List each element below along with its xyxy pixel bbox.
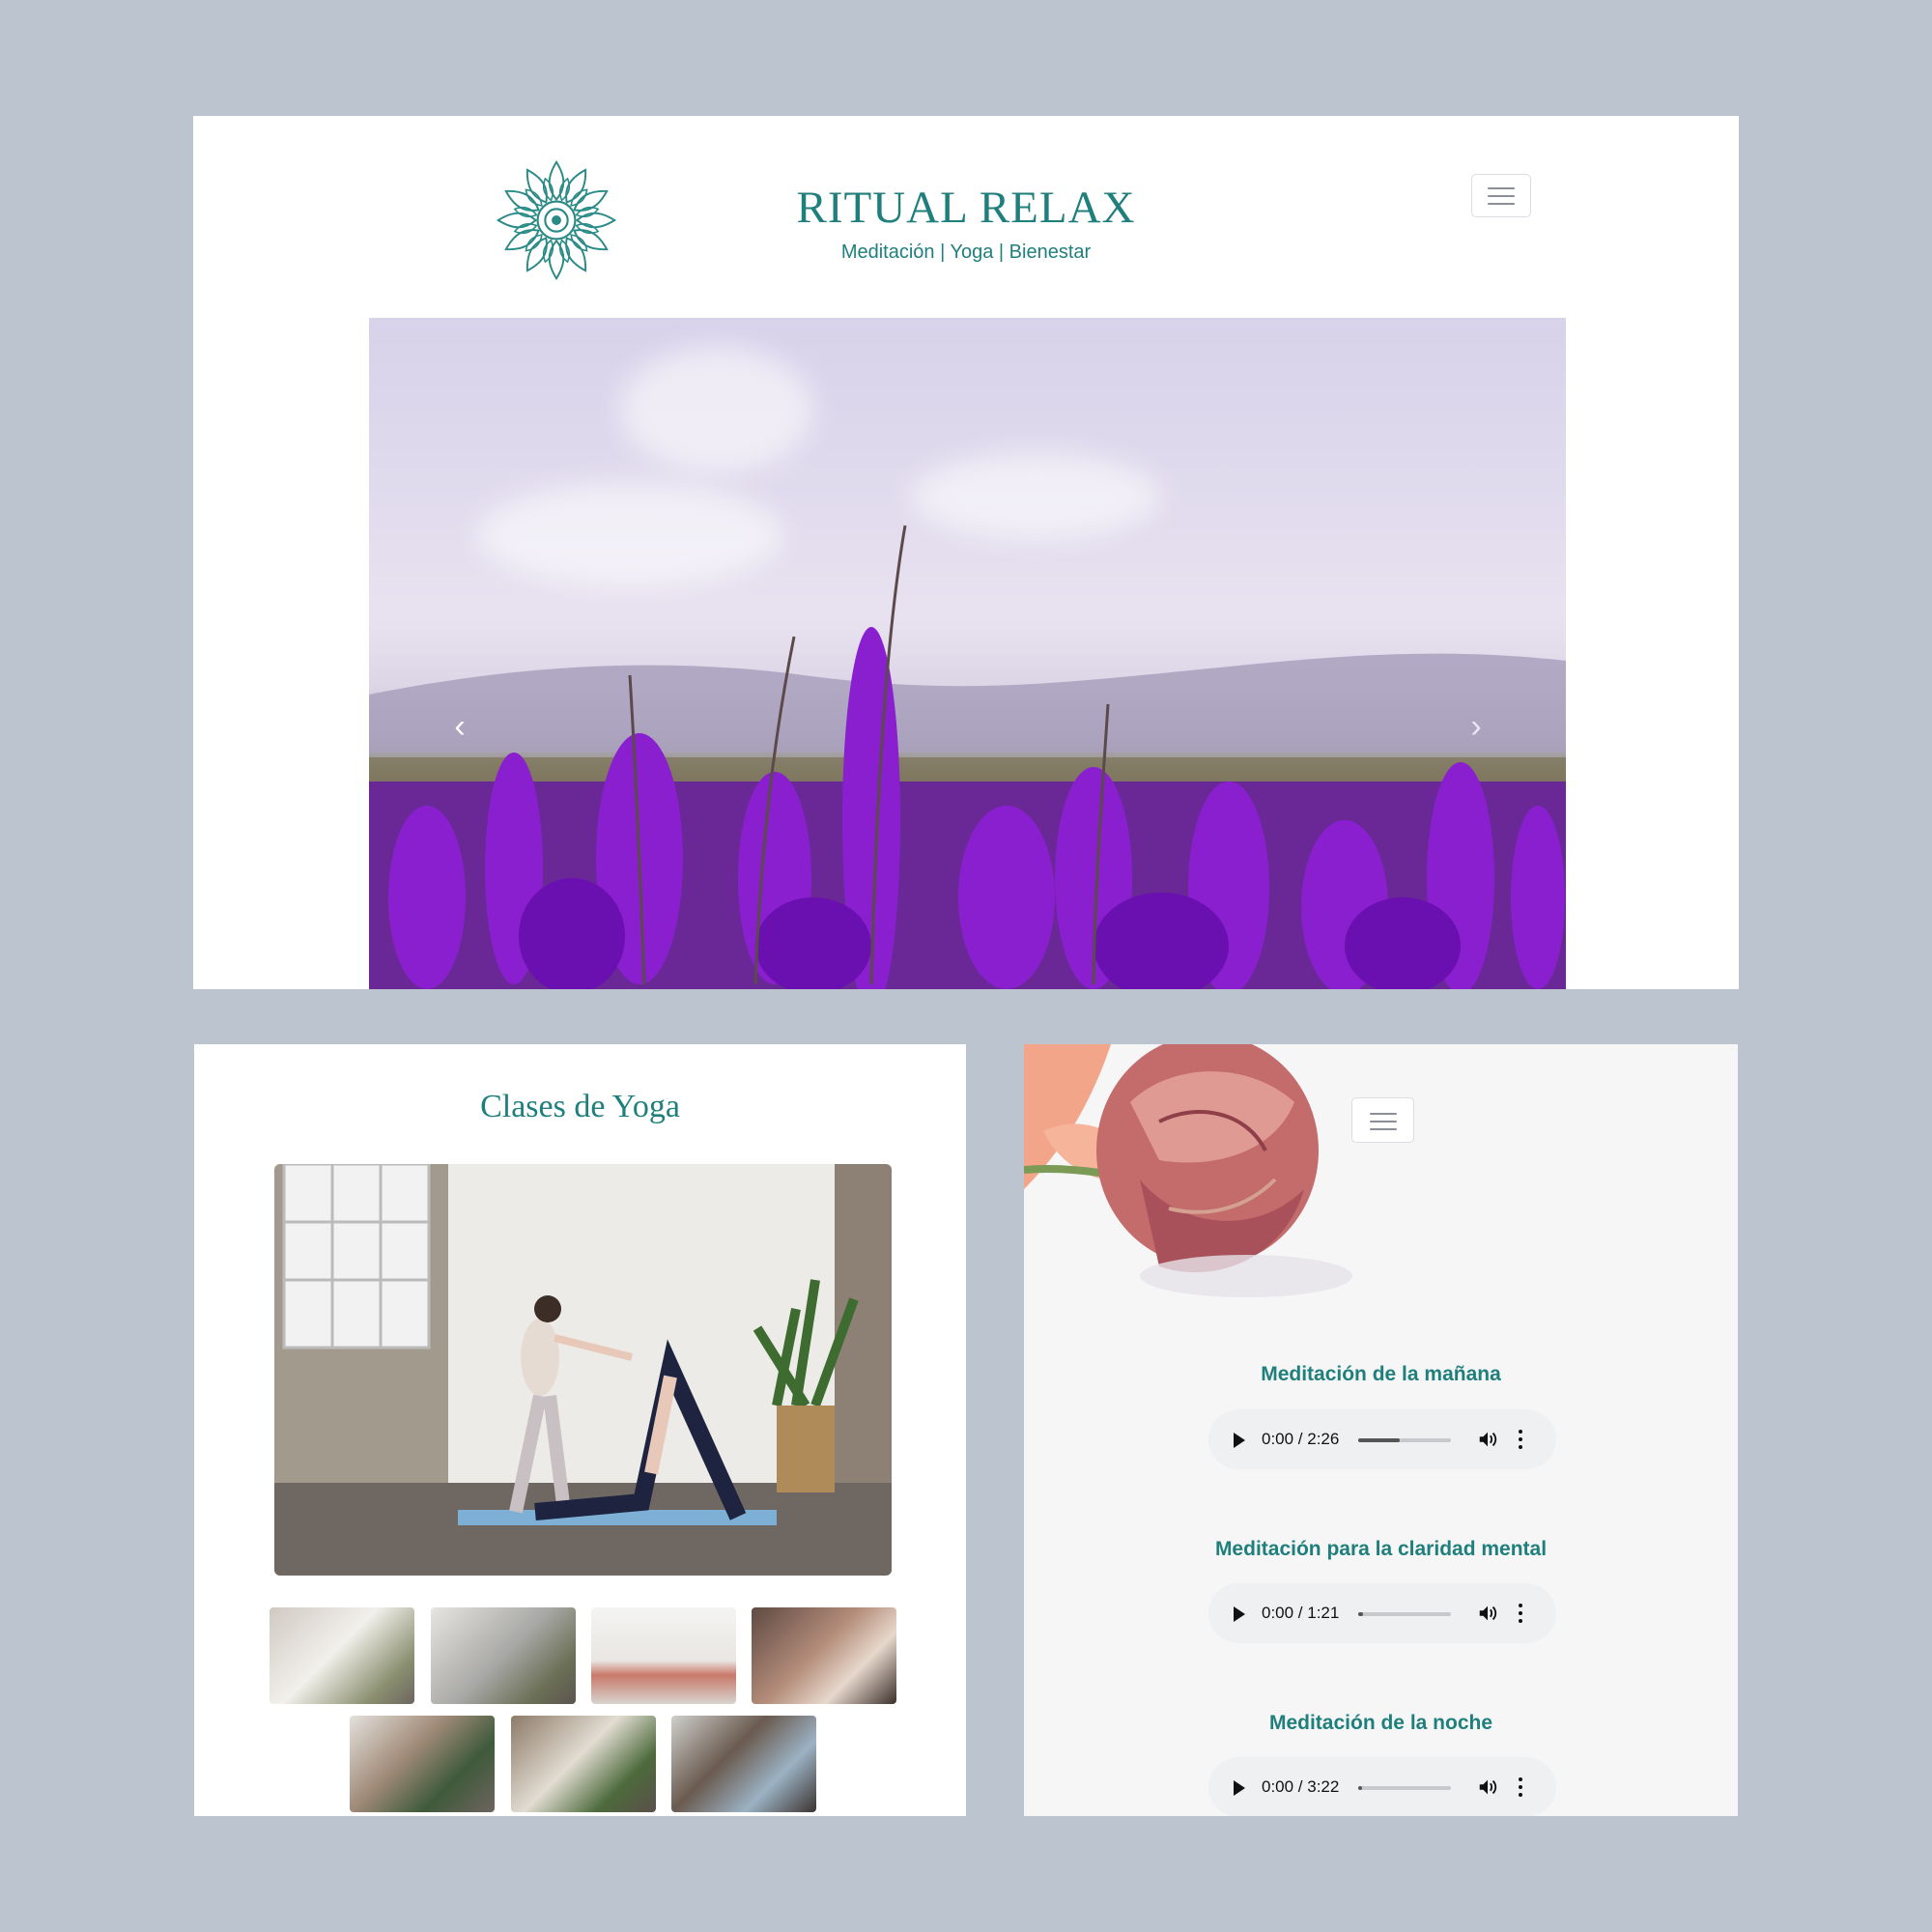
volume-icon[interactable] (1477, 1603, 1498, 1624)
meditation-audio-panel: Meditación de la mañana 0:00 / 2:26 Medi… (1024, 1044, 1738, 1816)
play-icon[interactable] (1234, 1433, 1245, 1448)
yoga-thumbnail[interactable] (511, 1716, 656, 1812)
hamburger-line (1369, 1121, 1397, 1122)
hamburger-menu-icon (1369, 1113, 1397, 1115)
yoga-thumbnail[interactable] (671, 1716, 816, 1812)
progress-fill (1358, 1438, 1401, 1442)
play-icon[interactable] (1234, 1606, 1245, 1622)
yoga-thumbnail[interactable] (752, 1607, 896, 1704)
track-title: Meditación de la mañana (1261, 1363, 1501, 1385)
volume-icon[interactable] (1477, 1776, 1498, 1798)
yoga-thumbnail[interactable] (270, 1607, 414, 1704)
hero-carousel[interactable]: ‹ › (369, 318, 1566, 989)
yoga-classes-panel: Clases de Yoga (194, 1044, 966, 1816)
more-vert-icon[interactable] (1518, 1776, 1523, 1798)
audio-player[interactable]: 0:00 / 3:22 (1208, 1757, 1556, 1816)
play-icon[interactable] (1234, 1780, 1245, 1796)
progress-slider[interactable] (1358, 1438, 1451, 1442)
progress-fill (1358, 1786, 1362, 1790)
time-display: 0:00 / 1:21 (1262, 1604, 1340, 1622)
chevron-right-icon: › (1470, 708, 1482, 745)
more-vert-icon[interactable] (1518, 1603, 1523, 1624)
hamburger-line (1488, 195, 1515, 197)
track-title: Meditación para la claridad mental (1214, 1538, 1548, 1560)
yoga-thumbnail[interactable] (431, 1607, 576, 1704)
homepage-panel: RITUAL RELAX Meditación | Yoga | Bienest… (193, 116, 1739, 989)
hamburger-menu-icon (1488, 187, 1515, 189)
progress-fill (1358, 1612, 1363, 1616)
progress-slider[interactable] (1358, 1612, 1451, 1616)
section-title: Clases de Yoga (480, 1089, 680, 1124)
menu-toggle-button[interactable] (1471, 174, 1531, 217)
audio-player[interactable]: 0:00 / 2:26 (1208, 1409, 1556, 1469)
more-vert-icon[interactable] (1518, 1429, 1523, 1450)
menu-toggle-button[interactable] (1351, 1097, 1414, 1143)
carousel-prev-button[interactable]: ‹ (446, 709, 473, 744)
site-subtitle: Meditación | Yoga | Bienestar (840, 242, 1092, 263)
progress-slider[interactable] (1358, 1786, 1451, 1790)
hamburger-line (1369, 1128, 1397, 1130)
track-title: Meditación de la noche (1268, 1712, 1493, 1734)
yoga-thumbnail[interactable] (350, 1716, 495, 1812)
yoga-thumbnail[interactable] (591, 1607, 736, 1704)
yoga-photo (274, 1164, 892, 1576)
flower-image (1024, 1044, 1352, 1297)
carousel-next-button[interactable]: › (1463, 709, 1490, 744)
volume-icon[interactable] (1477, 1429, 1498, 1450)
time-display: 0:00 / 2:26 (1262, 1430, 1340, 1448)
hamburger-line (1488, 203, 1515, 205)
chevron-left-icon: ‹ (454, 708, 466, 745)
time-display: 0:00 / 3:22 (1262, 1777, 1340, 1796)
yoga-main-image[interactable] (274, 1164, 892, 1576)
audio-player[interactable]: 0:00 / 1:21 (1208, 1583, 1556, 1643)
lavender-flowers (369, 525, 1566, 989)
